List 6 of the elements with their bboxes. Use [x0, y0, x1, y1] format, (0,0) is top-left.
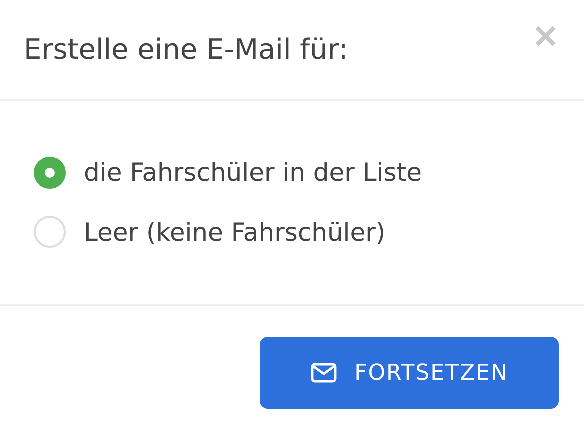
option-label[interactable]: Leer (keine Fahrschüler) [84, 214, 386, 251]
option-label[interactable]: die Fahrschüler in der Liste [84, 154, 422, 192]
radio-button[interactable] [34, 156, 66, 189]
dialog-title: Erstelle eine E-Mail für: [24, 32, 348, 66]
continue-button[interactable]: FORTSETZEN [260, 337, 559, 409]
envelope-icon [310, 363, 337, 383]
